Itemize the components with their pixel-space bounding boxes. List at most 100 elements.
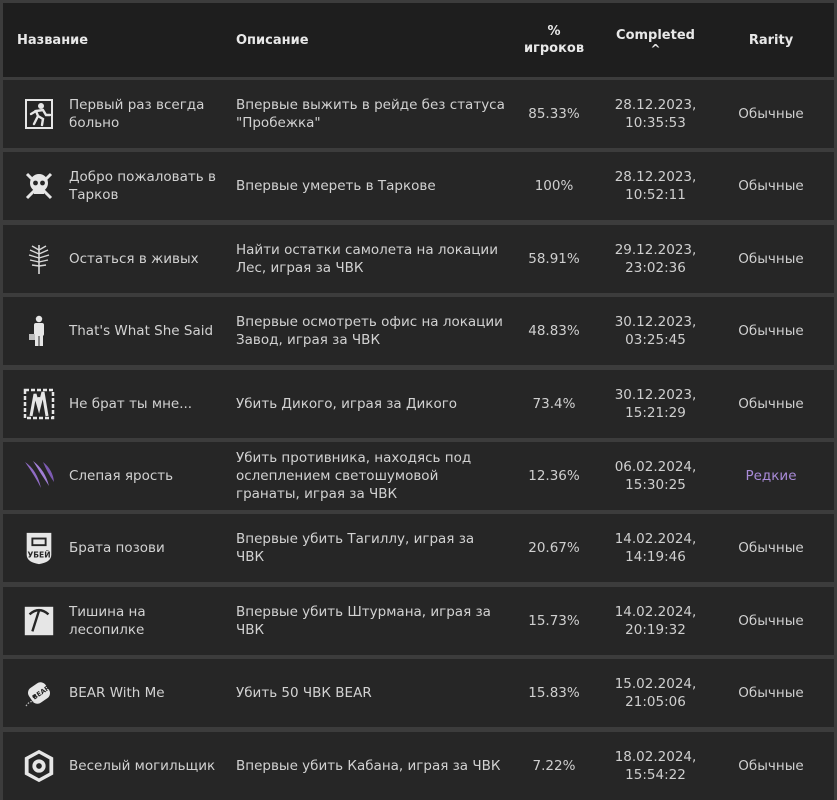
rarity-label: Редкие (745, 468, 797, 484)
achievement-description: Впервые умереть в Таркове (236, 178, 436, 195)
completed-date: 14.02.2024, (614, 531, 697, 548)
column-header-percent[interactable]: % игроков (505, 23, 603, 57)
achievement-description: Убить противника, находясь под ослеплени… (236, 450, 472, 502)
completed-date: 30.12.2023, (614, 314, 697, 331)
completed-datetime: 28.12.2023, 10:52:11 (603, 168, 708, 204)
player-percent: 85.33% (528, 106, 580, 122)
completed-time: 10:35:53 (625, 115, 686, 131)
completed-date: 15.02.2024, (614, 676, 697, 693)
percent-header-line2: игроков (523, 41, 585, 56)
completed-datetime: 14.02.2024, 20:19:32 (603, 603, 708, 639)
rarity-label: Обычные (738, 323, 804, 340)
bear-dogtag-icon: BEAR (21, 675, 57, 711)
table-row[interactable]: BEAR BEAR With Me Убить 50 ЧВК BEAR 15.83% 1… (3, 659, 834, 728)
column-header-completed[interactable]: Completed ^ (603, 27, 708, 56)
achievement-name-cell: УБЕЙ Брата позови (3, 530, 222, 566)
completed-time: 21:05:06 (625, 694, 686, 711)
achievement-name: Не брат ты мне... (69, 395, 193, 412)
completed-date: 29.12.2023, (614, 241, 697, 258)
achievement-name-cell: Тишина на лесопилке (3, 603, 222, 639)
completed-time: 15:30:25 (625, 477, 686, 493)
column-header-description[interactable]: Описание (222, 33, 505, 48)
table-row[interactable]: Тишина на лесопилке Впервые убить Штурман… (3, 586, 834, 655)
achievement-name-cell: Первый раз всегда больно (3, 96, 222, 132)
completed-date: 18.02.2024, (614, 748, 697, 765)
table-row[interactable]: Слепая ярость Убить противника, находясь … (3, 442, 834, 510)
achievement-description: Впервые осмотреть офис на локации Завод,… (236, 314, 503, 349)
achievement-description: Впервые убить Штурмана, играя за ЧВК (236, 603, 491, 638)
office-man-briefcase-icon (21, 313, 57, 349)
svg-text:УБЕЙ: УБЕЙ (27, 551, 50, 560)
completed-datetime: 30.12.2023, 03:25:45 (603, 313, 708, 349)
table-row[interactable]: Первый раз всегда больно Впервые выжить в… (3, 80, 834, 148)
player-percent: 48.83% (528, 323, 580, 340)
rarity-label: Обычные (738, 685, 804, 702)
achievement-name-cell: Слепая ярость (3, 458, 222, 494)
completed-time: 23:02:36 (625, 259, 686, 276)
table-row[interactable]: Остаться в живых Найти остатки самолета н… (3, 224, 834, 293)
completed-date: 06.02.2024, (614, 459, 697, 475)
completed-datetime: 18.02.2024, 15:54:22 (603, 748, 708, 784)
rarity-label: Обычные (738, 178, 804, 195)
completed-datetime: 15.02.2024, 21:05:06 (603, 675, 708, 711)
pickaxe-badge-icon (21, 603, 57, 639)
completed-datetime: 30.12.2023, 15:21:29 (603, 386, 708, 422)
achievement-name: Добро пожаловать в Тарков (69, 169, 216, 204)
achievement-name-cell: Не брат ты мне... (3, 386, 222, 422)
player-percent: 20.67% (528, 540, 580, 557)
fern-leaf-icon (21, 241, 57, 277)
table-row[interactable]: УБЕЙ Брата позови Впервые убить Тагиллу, и… (3, 514, 834, 583)
column-header-rarity[interactable]: Rarity (708, 33, 834, 48)
player-percent: 7.22% (532, 757, 576, 774)
table-row[interactable]: Веселый могильщик Впервые убить Кабана, и… (3, 731, 834, 800)
rarity-label: Обычные (738, 250, 804, 267)
table-row[interactable]: Добро пожаловать в Тарков Впервые умереть… (3, 152, 834, 221)
completed-header-label: Completed (616, 27, 695, 43)
achievement-name-cell: That's What She Said (3, 313, 222, 349)
achievement-name: Тишина на лесопилке (69, 603, 146, 638)
completed-time: 15:21:29 (625, 404, 686, 421)
rarity-label: Обычные (738, 106, 804, 122)
rarity-label: Обычные (738, 612, 804, 629)
achievement-name: BEAR With Me (69, 685, 165, 702)
purple-claw-icon (21, 458, 57, 494)
completed-date: 28.12.2023, (614, 97, 697, 113)
achievement-description: Впервые выжить в рейде без статуса "Проб… (236, 97, 505, 131)
player-percent: 12.36% (528, 468, 580, 484)
achievement-name: Первый раз всегда больно (69, 97, 205, 131)
rarity-label: Обычные (738, 540, 804, 557)
achievement-name-cell: BEAR BEAR With Me (3, 675, 222, 711)
achievement-description: Найти остатки самолета на локации Лес, и… (236, 241, 498, 276)
player-percent: 15.83% (528, 685, 580, 702)
achievement-description: Впервые убить Тагиллу, играя за ЧВК (236, 531, 475, 566)
scav-crest-icon (21, 386, 57, 422)
player-percent: 58.91% (528, 250, 580, 267)
skull-crossbones-icon (21, 168, 57, 204)
completed-datetime: 06.02.2024, 15:30:25 (603, 458, 708, 494)
rarity-label: Обычные (738, 757, 804, 774)
completed-date: 30.12.2023, (614, 386, 697, 403)
completed-datetime: 28.12.2023, 10:35:53 (603, 96, 708, 132)
achievement-description: Убить 50 ЧВК BEAR (236, 685, 372, 702)
achievement-description: Убить Дикого, играя за Дикого (236, 395, 458, 412)
completed-time: 20:19:32 (625, 621, 686, 638)
achievement-description: Впервые убить Кабана, играя за ЧВК (236, 757, 501, 774)
achievement-name: That's What She Said (69, 323, 214, 340)
player-percent: 73.4% (532, 395, 576, 412)
completed-time: 14:19:46 (625, 549, 686, 566)
rarity-label: Обычные (738, 395, 804, 412)
table-row[interactable]: Не брат ты мне... Убить Дикого, играя за … (3, 369, 834, 438)
table-header: Название Описание % игроков Completed ^ … (3, 3, 834, 77)
achievement-name: Веселый могильщик (69, 757, 216, 774)
completed-time: 03:25:45 (625, 332, 686, 349)
player-percent: 15.73% (528, 612, 580, 629)
completed-time: 10:52:11 (625, 187, 686, 204)
sort-ascending-icon: ^ (650, 41, 661, 56)
achievement-name: Слепая ярость (69, 468, 174, 484)
achievement-name: Остаться в живых (69, 250, 199, 267)
achievements-table: Название Описание % игроков Completed ^ … (3, 3, 834, 800)
column-header-name[interactable]: Название (3, 33, 222, 48)
completed-datetime: 14.02.2024, 14:19:46 (603, 530, 708, 566)
completed-datetime: 29.12.2023, 23:02:36 (603, 241, 708, 277)
table-row[interactable]: That's What She Said Впервые осмотреть оф… (3, 297, 834, 366)
